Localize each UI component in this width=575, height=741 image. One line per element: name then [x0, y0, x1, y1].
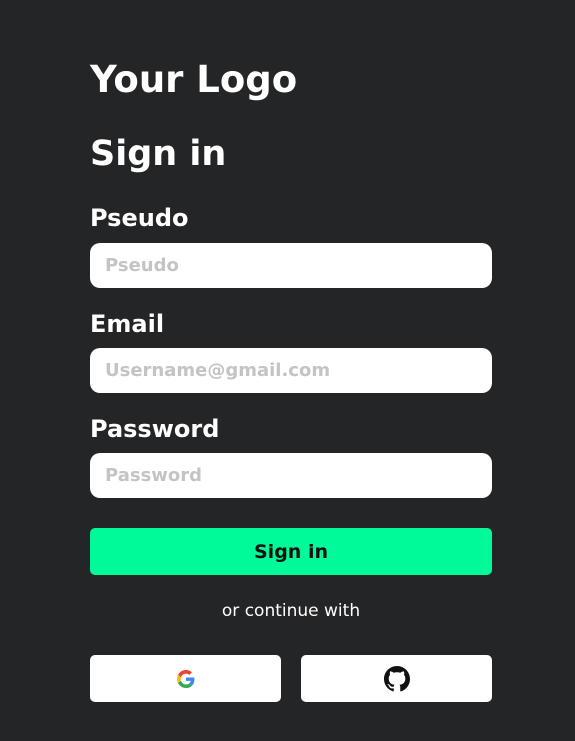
email-label: Email [90, 310, 165, 338]
password-input[interactable] [90, 453, 492, 498]
continue-with-text: or continue with [221, 601, 361, 621]
sign-in-page: Your Logo Sign in Pseudo Email Password … [0, 0, 575, 741]
logo-text: Your Logo [90, 58, 298, 101]
email-input[interactable] [90, 348, 492, 393]
pseudo-label: Pseudo [90, 204, 189, 232]
github-icon [383, 665, 410, 692]
github-sign-in-button[interactable] [301, 655, 492, 702]
password-label: Password [90, 415, 220, 443]
pseudo-input[interactable] [90, 243, 492, 288]
page-title: Sign in [90, 134, 227, 174]
google-icon [176, 669, 195, 688]
sign-in-button[interactable]: Sign in [90, 528, 492, 575]
google-sign-in-button[interactable] [90, 655, 281, 702]
